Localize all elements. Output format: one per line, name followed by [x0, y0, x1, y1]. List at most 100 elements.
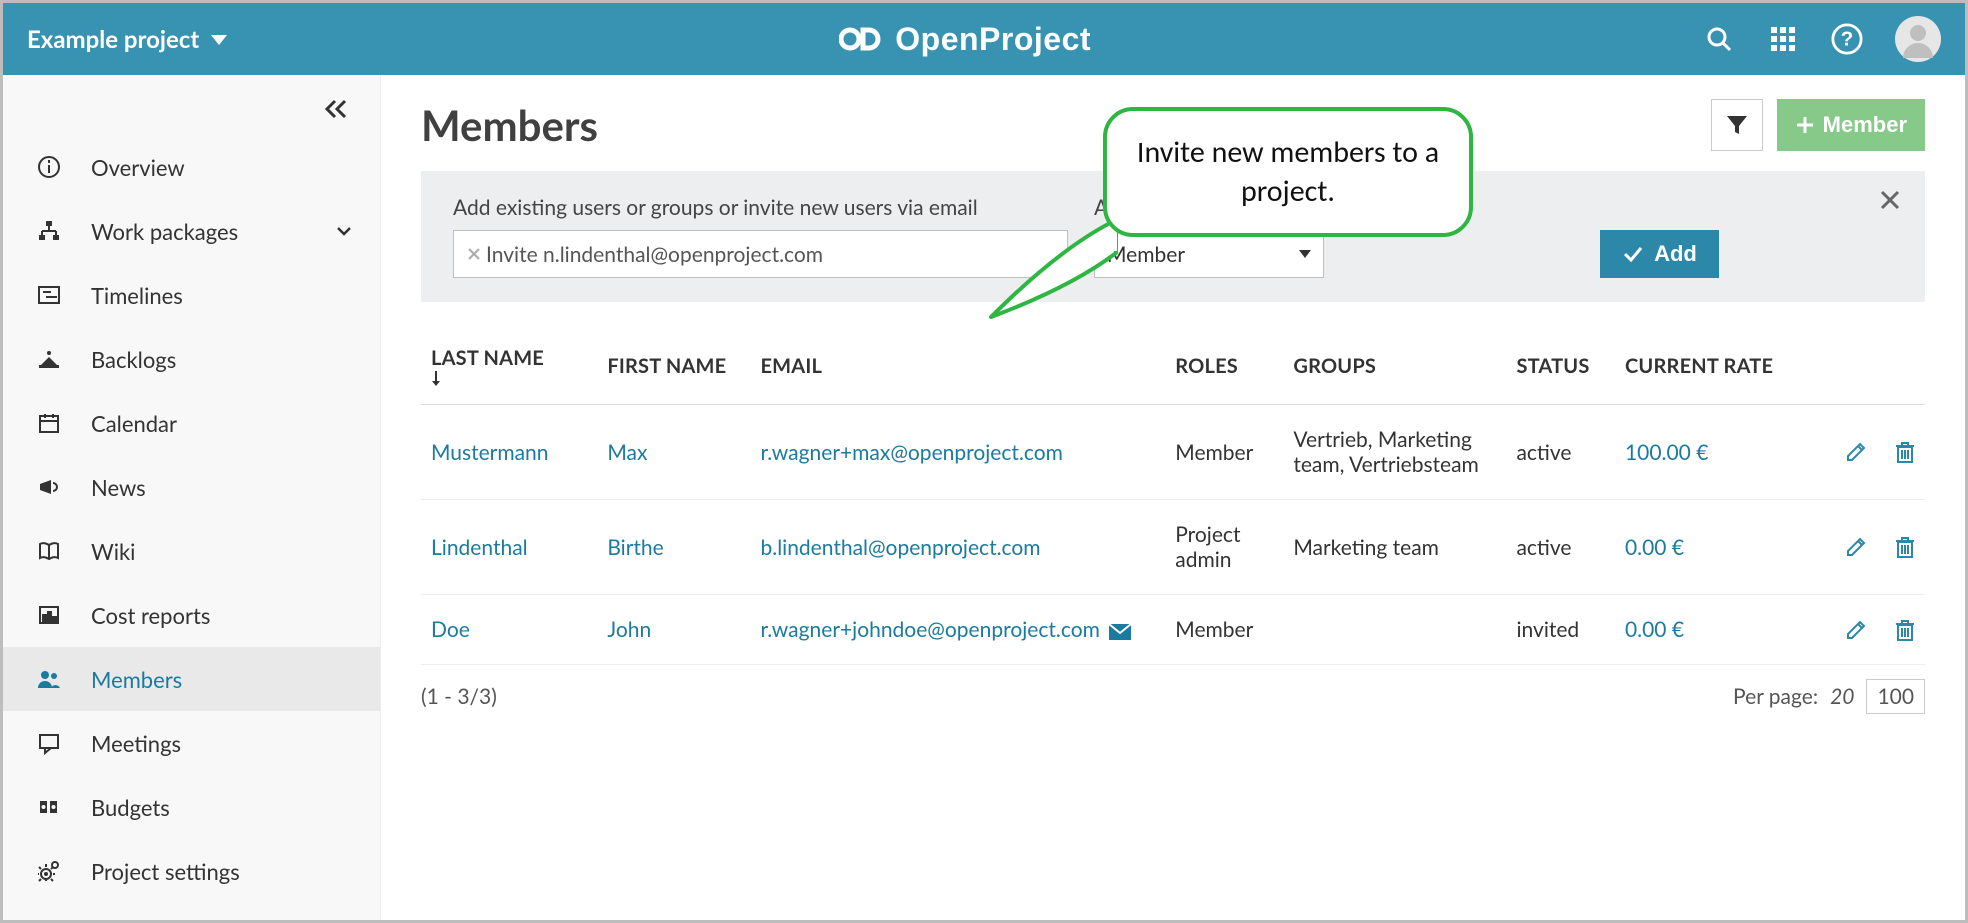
col-roles[interactable]: ROLES — [1165, 332, 1283, 405]
sidebar-item-backlogs[interactable]: Backlogs — [3, 327, 380, 391]
megaphone-icon — [35, 475, 63, 499]
sidebar-item-label: Overview — [91, 154, 185, 181]
delete-button[interactable] — [1895, 441, 1915, 463]
email-link[interactable]: b.lindenthal@openproject.com — [760, 535, 1040, 560]
close-icon — [1879, 189, 1901, 211]
sidebar-item-news[interactable]: News — [3, 455, 380, 519]
sidebar-item-label: Work packages — [91, 218, 238, 245]
pagination-range: (1 - 3/3) — [421, 684, 497, 709]
sidebar-item-label: Meetings — [91, 730, 181, 757]
chip-remove-icon[interactable] — [468, 248, 480, 260]
filter-button[interactable] — [1711, 99, 1763, 151]
email-link[interactable]: r.wagner+max@openproject.com — [760, 440, 1062, 465]
cell-email: r.wagner+johndoe@openproject.com — [750, 595, 1165, 665]
sidebar-item-cost-reports[interactable]: Cost reports — [3, 583, 380, 647]
sort-down-icon — [431, 370, 587, 386]
col-last-name[interactable]: LAST NAME — [421, 332, 597, 405]
topbar-right: ? — [1703, 16, 1941, 62]
cell-rate[interactable]: 100.00 € — [1615, 405, 1808, 500]
sidebar-item-work-packages[interactable]: Work packages — [3, 199, 380, 263]
trash-icon — [1895, 619, 1915, 641]
sidebar-item-project-settings[interactable]: Project settings — [3, 839, 380, 903]
delete-button[interactable] — [1895, 536, 1915, 558]
project-selector[interactable]: Example project — [27, 25, 227, 54]
add-member-button[interactable]: Member — [1777, 99, 1925, 151]
sidebar-item-calendar[interactable]: Calendar — [3, 391, 380, 455]
role-select[interactable]: Member — [1094, 230, 1324, 278]
brand-text: OpenProject — [895, 21, 1091, 58]
add-button[interactable]: Add — [1600, 230, 1719, 278]
project-name: Example project — [27, 25, 199, 54]
cell-first-name[interactable]: Max — [597, 405, 750, 500]
user-invite-input[interactable]: Invite n.lindenthal@openproject.com — [453, 230, 1068, 278]
chevron-double-left-icon — [324, 99, 348, 119]
cell-last-name[interactable]: Mustermann — [421, 405, 597, 500]
table-row: LindenthalBirthe b.lindenthal@openproject… — [421, 500, 1925, 595]
invite-chip: Invite n.lindenthal@openproject.com — [462, 238, 829, 271]
cell-groups: Marketing team — [1283, 500, 1506, 595]
close-panel-button[interactable] — [1879, 189, 1901, 211]
cell-email: b.lindenthal@openproject.com — [750, 500, 1165, 595]
sidebar-item-overview[interactable]: Overview — [3, 135, 380, 199]
svg-text:?: ? — [1841, 28, 1854, 51]
sidebar-collapse-button[interactable] — [3, 83, 380, 135]
per-page-option-100[interactable]: 100 — [1866, 679, 1925, 714]
sidebar-item-label: News — [91, 474, 146, 501]
sidebar-item-timelines[interactable]: Timelines — [3, 263, 380, 327]
chevron-down-icon — [1299, 249, 1311, 259]
calendar-icon — [35, 411, 63, 435]
sidebar-item-members[interactable]: Members — [3, 647, 380, 711]
openproject-logo-icon — [839, 22, 885, 56]
chart-icon — [35, 603, 63, 627]
apps-grid-icon[interactable] — [1767, 23, 1799, 55]
chevron-down-icon — [336, 225, 352, 237]
chevron-down-icon — [211, 33, 227, 45]
delete-button[interactable] — [1895, 619, 1915, 641]
sidebar-item-meetings[interactable]: Meetings — [3, 711, 380, 775]
cell-first-name[interactable]: Birthe — [597, 500, 750, 595]
cell-roles: Member — [1165, 405, 1283, 500]
mail-icon[interactable] — [1108, 623, 1132, 641]
cell-groups: Vertrieb, Marketing team, Vertriebsteam — [1283, 405, 1506, 500]
sidebar: Overview Work packages Timelines Backlog… — [3, 75, 381, 920]
per-page-current: 20 — [1830, 684, 1854, 709]
cell-roles: Project admin — [1165, 500, 1283, 595]
cell-first-name[interactable]: John — [597, 595, 750, 665]
sidebar-item-budgets[interactable]: Budgets — [3, 775, 380, 839]
col-email[interactable]: EMAIL — [750, 332, 1165, 405]
cell-rate[interactable]: 0.00 € — [1615, 595, 1808, 665]
cell-last-name[interactable]: Lindenthal — [421, 500, 597, 595]
cell-email: r.wagner+max@openproject.com — [750, 405, 1165, 500]
user-avatar[interactable] — [1895, 16, 1941, 62]
help-icon[interactable]: ? — [1831, 23, 1863, 55]
search-icon[interactable] — [1703, 23, 1735, 55]
cell-last-name[interactable]: Doe — [421, 595, 597, 665]
col-rate[interactable]: CURRENT RATE — [1615, 332, 1808, 405]
chat-icon — [35, 731, 63, 755]
callout-text: Invite new members to a project. — [1137, 134, 1439, 210]
col-first-name[interactable]: FIRST NAME — [597, 332, 750, 405]
edit-button[interactable] — [1845, 536, 1867, 558]
pencil-icon — [1845, 619, 1867, 641]
members-icon — [35, 667, 63, 691]
cell-status: active — [1506, 500, 1615, 595]
cell-rate[interactable]: 0.00 € — [1615, 500, 1808, 595]
callout-bubble: Invite new members to a project. — [1103, 107, 1473, 237]
col-groups[interactable]: GROUPS — [1283, 332, 1506, 405]
email-link[interactable]: r.wagner+johndoe@openproject.com — [760, 617, 1099, 642]
check-icon — [1622, 243, 1644, 265]
col-status[interactable]: STATUS — [1506, 332, 1615, 405]
sidebar-item-label: Calendar — [91, 410, 177, 437]
sidebar-item-label: Members — [91, 666, 182, 693]
edit-button[interactable] — [1845, 441, 1867, 463]
hierarchy-icon — [35, 219, 63, 243]
edit-button[interactable] — [1845, 619, 1867, 641]
table-row: MustermannMax r.wagner+max@openproject.co… — [421, 405, 1925, 500]
gear-icon — [35, 859, 63, 883]
cell-status: active — [1506, 405, 1615, 500]
sidebar-item-label: Backlogs — [91, 346, 176, 373]
sidebar-item-wiki[interactable]: Wiki — [3, 519, 380, 583]
trash-icon — [1895, 441, 1915, 463]
add-member-label: Member — [1823, 112, 1907, 138]
brand-logo: OpenProject — [839, 21, 1091, 58]
